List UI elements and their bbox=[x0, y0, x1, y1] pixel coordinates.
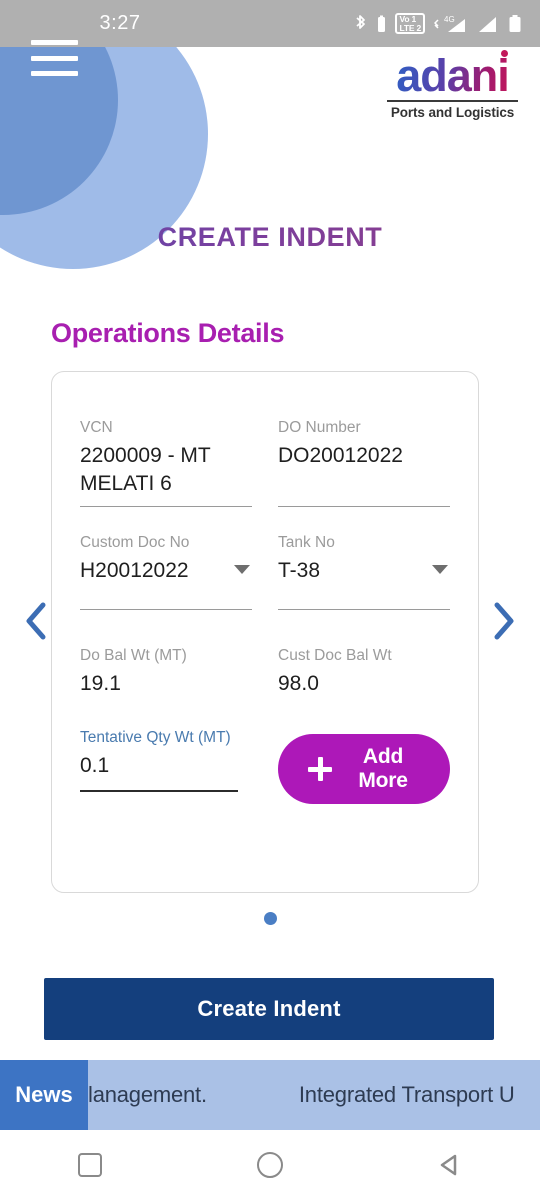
bluetooth-battery-icon bbox=[378, 15, 386, 32]
carousel-dot[interactable] bbox=[263, 912, 277, 925]
field-value: H20012022 bbox=[80, 559, 189, 582]
page-title: CREATE INDENT bbox=[0, 222, 540, 253]
add-more-label: Add More bbox=[358, 745, 408, 792]
field-underline bbox=[80, 790, 239, 792]
triangle-back-icon[interactable] bbox=[405, 1130, 495, 1200]
recents-square-shape bbox=[78, 1153, 102, 1177]
form-row-vcn: VCN 2200009 - MT MELATI 6 DO Number DO20… bbox=[52, 418, 478, 507]
operations-details-card: VCN 2200009 - MT MELATI 6 DO Number DO20… bbox=[51, 371, 479, 893]
form-row-doc: Custom Doc No H20012022 Tank No T-38 bbox=[52, 533, 478, 610]
field-do-bal-wt: Do Bal Wt (MT) 19.1 bbox=[80, 646, 252, 698]
app-screen: 3:27 Vo 1 LTE 2 4G adani Ports and Logis… bbox=[0, 0, 540, 1200]
field-value: 19.1 bbox=[80, 672, 121, 695]
field-label: Tank No bbox=[278, 534, 335, 551]
field-value: 0.1 bbox=[80, 754, 110, 777]
chevron-down-icon[interactable] bbox=[234, 564, 250, 574]
section-heading: Operations Details bbox=[51, 318, 285, 348]
plus-icon bbox=[308, 757, 333, 781]
field-cust-doc-bal-wt: Cust Doc Bal Wt 98.0 bbox=[278, 646, 450, 698]
field-value: T-38 bbox=[278, 559, 321, 582]
chevron-left-icon[interactable] bbox=[18, 599, 54, 643]
field-value: DO20012022 bbox=[278, 444, 403, 467]
hamburger-bar bbox=[31, 71, 78, 76]
hamburger-menu-icon[interactable] bbox=[31, 40, 78, 76]
form-row-qty: Tentative Qty Wt (MT) 0.1 Add More bbox=[52, 728, 478, 804]
signal-bars-icon bbox=[479, 16, 496, 32]
field-underline bbox=[278, 506, 450, 507]
field-tank-no[interactable]: Tank No T-38 bbox=[278, 533, 450, 610]
status-bar-icons: Vo 1 LTE 2 4G bbox=[354, 13, 522, 35]
field-label: Do Bal Wt (MT) bbox=[80, 647, 187, 664]
volte-bottom-label: LTE 2 bbox=[399, 23, 421, 33]
volte-top-label: Vo 1 bbox=[399, 13, 417, 24]
field-underline bbox=[80, 506, 252, 507]
field-tentative-qty-wt[interactable]: Tentative Qty Wt (MT) 0.1 bbox=[80, 728, 239, 792]
news-ticker: News lanagement. Integrated Transport U bbox=[0, 1060, 540, 1130]
chevron-right-icon[interactable] bbox=[486, 599, 522, 643]
news-badge[interactable]: News bbox=[0, 1060, 88, 1130]
field-value: 98.0 bbox=[278, 672, 319, 695]
field-underline bbox=[278, 609, 450, 610]
hamburger-bar bbox=[31, 40, 78, 45]
field-vcn[interactable]: VCN 2200009 - MT MELATI 6 bbox=[80, 418, 252, 507]
logo-wordmark: adani bbox=[396, 50, 509, 101]
home-circle-shape bbox=[257, 1152, 283, 1178]
field-label: VCN bbox=[80, 419, 113, 436]
field-custom-doc-no[interactable]: Custom Doc No H20012022 bbox=[80, 533, 252, 610]
field-value: 2200009 - MT MELATI 6 bbox=[80, 444, 211, 495]
svg-text:4G: 4G bbox=[444, 15, 455, 24]
android-navigation-bar bbox=[0, 1130, 540, 1200]
status-bar-clock: 3:27 bbox=[99, 12, 141, 34]
adani-logo: adani Ports and Logistics bbox=[385, 50, 520, 120]
back-triangle-shape bbox=[440, 1154, 457, 1176]
square-recents-icon[interactable] bbox=[45, 1130, 135, 1200]
field-underline bbox=[80, 609, 252, 610]
news-ticker-track: lanagement. Integrated Transport U bbox=[88, 1060, 540, 1130]
news-ticker-item[interactable]: lanagement. bbox=[88, 1082, 207, 1108]
logo-word-text: adani bbox=[396, 50, 509, 101]
mobile-data-4g-icon: 4G bbox=[434, 15, 465, 32]
logo-subtitle: Ports and Logistics bbox=[390, 104, 515, 120]
field-label: Cust Doc Bal Wt bbox=[278, 647, 392, 664]
add-more-button[interactable]: Add More bbox=[278, 734, 450, 804]
battery-icon bbox=[509, 14, 521, 32]
field-do-number[interactable]: DO Number DO20012022 bbox=[278, 418, 450, 507]
bluetooth-icon bbox=[356, 14, 366, 29]
create-indent-button[interactable]: Create Indent bbox=[44, 978, 494, 1040]
form-fields: VCN 2200009 - MT MELATI 6 DO Number DO20… bbox=[52, 372, 478, 804]
carousel-pagination bbox=[0, 912, 540, 925]
field-label: DO Number bbox=[278, 419, 361, 436]
form-row-balance: Do Bal Wt (MT) 19.1 Cust Doc Bal Wt 98.0 bbox=[52, 646, 478, 698]
chevron-down-icon[interactable] bbox=[432, 564, 448, 574]
hamburger-bar bbox=[31, 55, 78, 61]
logo-dot-icon bbox=[500, 50, 508, 57]
news-ticker-item[interactable]: Integrated Transport U bbox=[299, 1082, 515, 1108]
circle-home-icon[interactable] bbox=[225, 1130, 315, 1200]
field-label: Tentative Qty Wt (MT) bbox=[80, 729, 231, 746]
operations-carousel: VCN 2200009 - MT MELATI 6 DO Number DO20… bbox=[0, 371, 540, 905]
field-label: Custom Doc No bbox=[80, 534, 190, 551]
status-bar: 3:27 Vo 1 LTE 2 4G bbox=[0, 0, 540, 47]
volte-dual-sim-icon: Vo 1 LTE 2 bbox=[395, 13, 425, 34]
